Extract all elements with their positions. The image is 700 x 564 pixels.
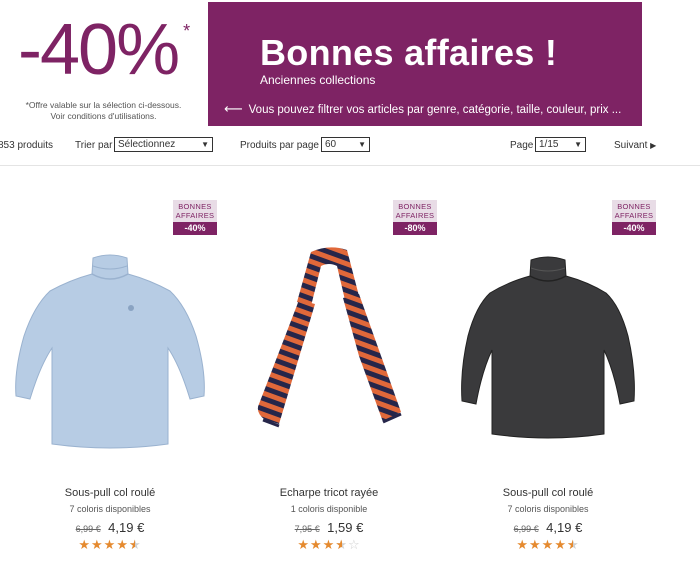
caret-right-icon: ▶ xyxy=(650,141,657,150)
product-card[interactable]: BONNES AFFAIRES -40% Sous-pull col roulé… xyxy=(438,166,658,564)
listing-toolbar: 853 produits Trier par Sélectionnez ▼ Pr… xyxy=(0,136,700,158)
star-full-icon: ★ xyxy=(103,537,117,552)
rating-stars: ★★★★★ xyxy=(438,537,658,553)
deal-badge-discount: -40% xyxy=(612,222,656,235)
product-name[interactable]: Echarpe tricot rayée xyxy=(219,487,439,499)
deal-badge-discount: -40% xyxy=(173,222,217,235)
deal-badge-label: BONNES AFFAIRES xyxy=(612,200,656,222)
star-full-icon: ★ xyxy=(116,537,129,552)
offer-note-line2: Voir conditions d'utilisations. xyxy=(50,111,157,121)
product-colors: 1 coloris disponible xyxy=(290,504,368,514)
product-image-striped-scarf[interactable] xyxy=(219,236,439,456)
new-price: 1,59 € xyxy=(327,520,364,535)
badge-line2: AFFAIRES xyxy=(175,211,215,220)
caret-down-icon: ▼ xyxy=(574,140,582,149)
price-row: 6,99 € 4,19 € xyxy=(438,519,658,537)
deal-badge-discount: -80% xyxy=(393,222,437,235)
product-colors: 7 coloris disponibles xyxy=(69,504,151,514)
badge-line2: AFFAIRES xyxy=(395,211,435,220)
caret-down-icon: ▼ xyxy=(201,140,209,149)
price-row: 7,95 € 1,59 € xyxy=(219,519,439,537)
star-full-icon: ★ xyxy=(554,537,567,552)
rating-stars: ★★★★★ xyxy=(0,537,220,553)
badge-line1: BONNES xyxy=(178,202,212,211)
per-page-select[interactable]: 60 ▼ xyxy=(321,137,370,152)
badge-line1: BONNES xyxy=(617,202,651,211)
product-image-light-blue-turtleneck[interactable] xyxy=(0,236,220,456)
star-full-icon: ★ xyxy=(529,537,542,552)
star-full-icon: ★ xyxy=(516,537,530,552)
filter-hint: ⟵ Vous pouvez filtrer vos articles par ge… xyxy=(224,101,621,117)
star-half-icon: ★ xyxy=(129,537,142,553)
next-page-label: Suivant xyxy=(614,140,648,151)
deal-badge: BONNES AFFAIRES -40% xyxy=(173,200,217,235)
page-select-value: 1/15 xyxy=(539,139,559,150)
badge-line2: AFFAIRES xyxy=(614,211,654,220)
per-page-label: Produits par page xyxy=(240,140,319,151)
offer-note: *Offre valable sur la sélection ci-desso… xyxy=(0,100,207,122)
discount-headline: -40% * xyxy=(18,14,190,86)
old-price: 6,99 € xyxy=(513,524,539,534)
product-name[interactable]: Sous-pull col roulé xyxy=(438,487,658,499)
product-count: 853 produits xyxy=(0,140,54,151)
star-full-icon: ★ xyxy=(78,537,92,552)
discount-asterisk: * xyxy=(183,21,190,41)
new-price: 4,19 € xyxy=(108,520,145,535)
old-price: 7,95 € xyxy=(294,524,320,534)
product-name[interactable]: Sous-pull col roulé xyxy=(0,487,220,499)
star-full-icon: ★ xyxy=(297,537,311,552)
product-colors: 7 coloris disponibles xyxy=(507,504,589,514)
page-select[interactable]: 1/15 ▼ xyxy=(535,137,586,152)
promo-subtitle: Anciennes collections xyxy=(260,73,376,87)
new-price: 4,19 € xyxy=(546,520,583,535)
star-full-icon: ★ xyxy=(310,537,323,552)
sort-label: Trier par xyxy=(75,140,113,151)
badge-line1: BONNES xyxy=(398,202,432,211)
sort-select[interactable]: Sélectionnez ▼ xyxy=(114,137,213,152)
sort-select-value: Sélectionnez xyxy=(118,139,176,150)
deal-badge-label: BONNES AFFAIRES xyxy=(393,200,437,222)
star-half-icon: ★ xyxy=(335,537,348,553)
rating-stars: ★★★★☆ xyxy=(219,537,439,553)
deal-badge: BONNES AFFAIRES -80% xyxy=(393,200,437,235)
star-full-icon: ★ xyxy=(541,537,555,552)
promo-title: Bonnes affaires ! xyxy=(260,32,558,73)
left-arrow-icon: ⟵ xyxy=(224,101,243,116)
per-page-select-value: 60 xyxy=(325,139,337,150)
promo-banner: -40% * *Offre valable sur la sélection ci… xyxy=(0,0,700,128)
discount-value: -40% xyxy=(18,10,180,90)
product-image-black-turtleneck[interactable] xyxy=(438,236,658,456)
product-card[interactable]: BONNES AFFAIRES -80% Echarpe tricot rayé… xyxy=(219,166,439,564)
bonnes-affaires-panel: Bonnes affaires ! Anciennes collections … xyxy=(208,2,642,126)
caret-down-icon: ▼ xyxy=(358,140,366,149)
old-price: 6,99 € xyxy=(75,524,101,534)
deal-badge: BONNES AFFAIRES -40% xyxy=(612,200,656,235)
deal-badge-label: BONNES AFFAIRES xyxy=(173,200,217,222)
price-row: 6,99 € 4,19 € xyxy=(0,519,220,537)
star-empty-icon: ☆ xyxy=(347,537,361,552)
star-full-icon: ★ xyxy=(322,537,336,552)
page-label: Page xyxy=(510,140,534,151)
star-full-icon: ★ xyxy=(91,537,104,552)
star-half-icon: ★ xyxy=(567,537,580,553)
discount-panel: -40% * *Offre valable sur la sélection ci… xyxy=(0,0,207,128)
next-page-link[interactable]: Suivant ▶ xyxy=(614,140,656,151)
filter-hint-text: Vous pouvez filtrer vos articles par gen… xyxy=(248,104,622,116)
product-card[interactable]: BONNES AFFAIRES -40% Sous-pull col roulé… xyxy=(0,166,220,564)
offer-note-line1: *Offre valable sur la sélection ci-desso… xyxy=(25,100,182,110)
